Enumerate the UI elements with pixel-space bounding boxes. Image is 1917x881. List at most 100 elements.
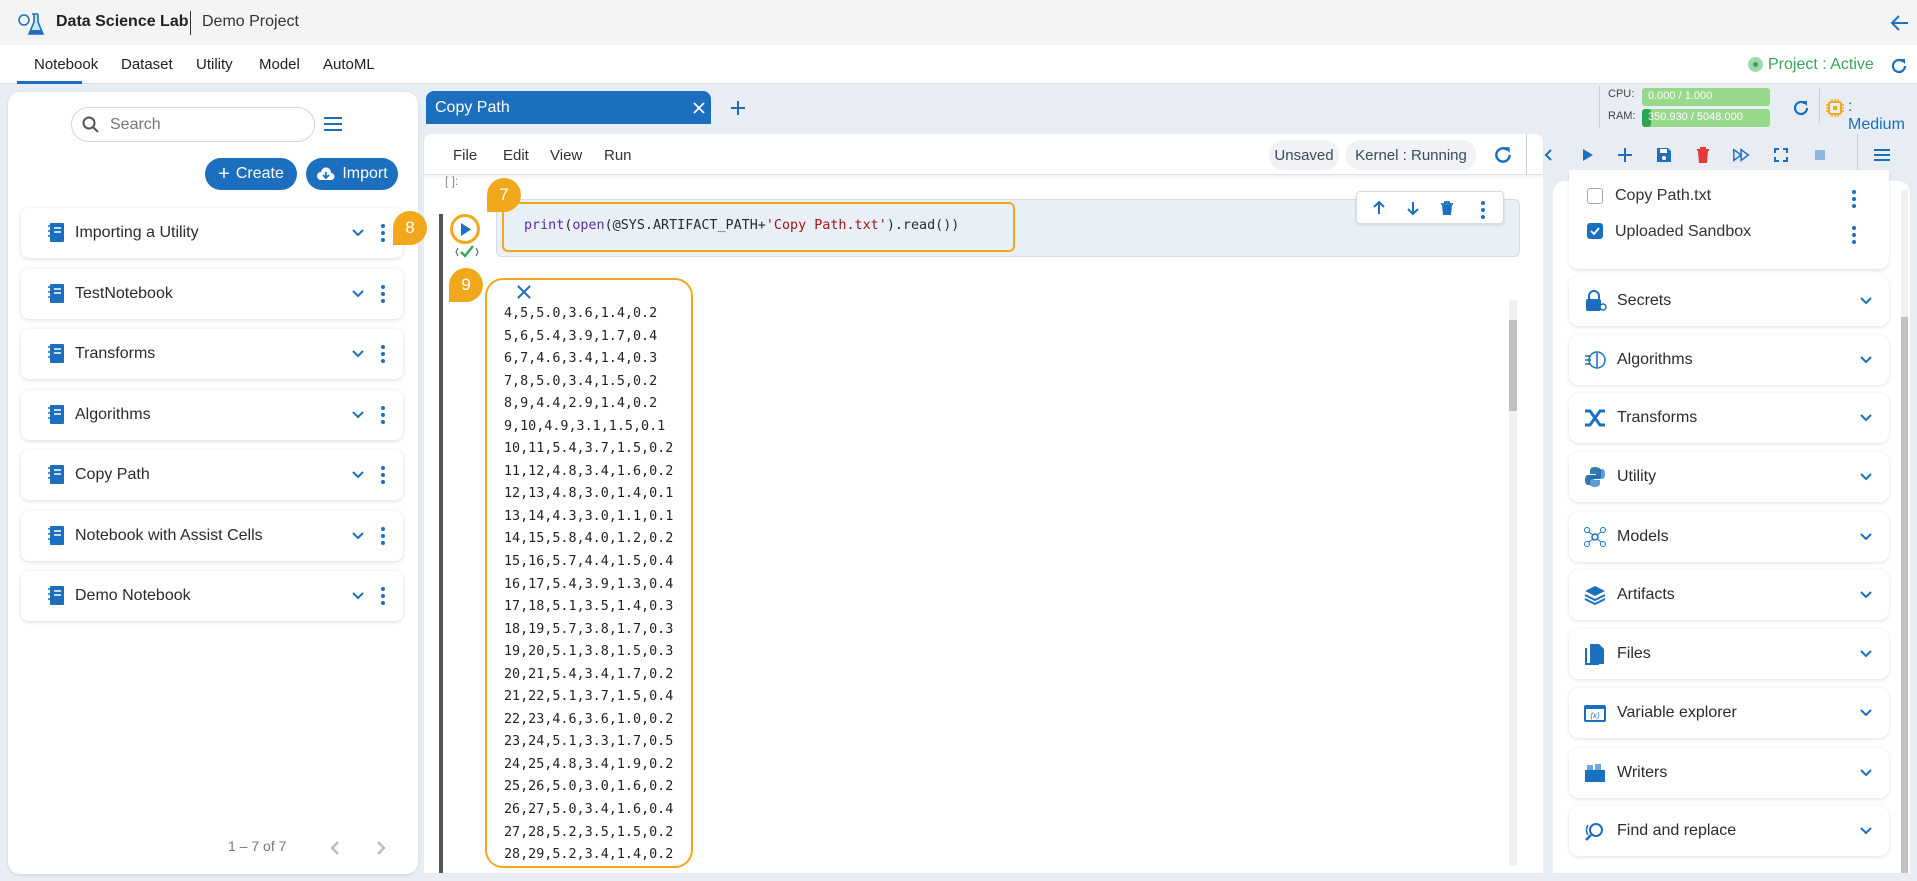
notebook-name: Copy Path	[75, 466, 150, 483]
section-algorithms[interactable]: Algorithms	[1569, 335, 1889, 385]
add-tab-icon[interactable]	[730, 100, 746, 116]
run-all-icon[interactable]	[1732, 145, 1752, 165]
tab-dataset[interactable]: Dataset	[121, 56, 173, 73]
section-utility[interactable]: Utility	[1569, 452, 1889, 502]
section-models[interactable]: Models	[1569, 512, 1889, 562]
add-cell-icon[interactable]	[1615, 145, 1635, 165]
code-editor[interactable]: print(open(@SYS.ARTIFACT_PATH+'Copy Path…	[502, 202, 1015, 252]
notebook-list-item[interactable]: Algorithms	[21, 389, 403, 440]
chevron-down-icon[interactable]	[1859, 647, 1873, 661]
output-line: 17,18,5.1,3.5,1.4,0.3	[504, 599, 674, 615]
section-secrets[interactable]: Secrets	[1569, 276, 1889, 326]
chevron-down-icon[interactable]	[1859, 706, 1873, 720]
section-transforms[interactable]: Transforms	[1569, 393, 1889, 443]
delete-cell-icon[interactable]	[1693, 145, 1713, 165]
chevron-down-icon[interactable]	[1859, 530, 1873, 544]
chevron-down-icon[interactable]	[351, 589, 365, 603]
more-options-icon[interactable]	[381, 284, 385, 303]
notebook-list-item[interactable]: Importing a Utility	[21, 208, 403, 258]
save-icon[interactable]	[1654, 145, 1674, 165]
chevron-left-icon[interactable]	[1539, 145, 1559, 165]
notebook-list-item[interactable]: Copy Path	[21, 450, 403, 500]
chevron-down-icon[interactable]	[351, 287, 365, 301]
hamburger-menu-icon[interactable]	[1872, 145, 1892, 165]
chevron-down-icon[interactable]	[1859, 294, 1873, 308]
chevron-down-icon[interactable]	[1859, 766, 1873, 780]
section-variable-explorer[interactable]: (x) Variable explorer	[1569, 688, 1889, 738]
chevron-down-icon[interactable]	[351, 347, 365, 361]
create-label: Create	[235, 165, 284, 182]
chevron-down-icon[interactable]	[351, 226, 365, 240]
artifact-checkbox[interactable]	[1587, 188, 1603, 204]
more-options-icon[interactable]	[381, 587, 385, 605]
stop-icon[interactable]	[1810, 145, 1830, 165]
next-page-icon[interactable]	[375, 840, 387, 856]
menu-edit[interactable]: Edit	[503, 147, 529, 164]
output-line: 19,20,5.1,3.8,1.5,0.3	[504, 644, 674, 660]
trash-icon[interactable]	[1439, 200, 1455, 216]
more-options-icon[interactable]	[381, 526, 385, 545]
chevron-down-icon[interactable]	[1859, 353, 1873, 367]
tab-notebook[interactable]: Notebook	[34, 56, 98, 73]
more-options-icon[interactable]	[1852, 226, 1856, 244]
output-scrollbar[interactable]	[1509, 300, 1517, 866]
output-line: 20,21,5.4,3.4,1.7,0.2	[504, 666, 674, 682]
chevron-down-icon[interactable]	[351, 468, 365, 482]
tab-copy-path[interactable]: Copy Path	[426, 91, 711, 124]
menu-file[interactable]: File	[453, 147, 477, 164]
chevron-down-icon[interactable]	[1859, 411, 1873, 425]
tab-utility[interactable]: Utility	[196, 56, 233, 73]
notebook-name: Importing a Utility	[75, 224, 199, 241]
run-button[interactable]	[450, 214, 480, 244]
refresh-resources-icon[interactable]	[1792, 99, 1810, 117]
more-options-icon[interactable]	[381, 224, 385, 242]
clear-output-icon[interactable]	[516, 284, 532, 300]
restart-kernel-icon[interactable]	[1493, 145, 1513, 165]
chevron-down-icon[interactable]	[351, 408, 365, 422]
cpu-chip-icon	[1826, 99, 1844, 117]
menu-icon[interactable]	[323, 116, 343, 132]
move-up-icon[interactable]	[1371, 200, 1387, 216]
more-options-icon[interactable]	[1481, 201, 1485, 219]
chevron-down-icon[interactable]	[351, 529, 365, 543]
right-panel-scrollbar[interactable]	[1901, 190, 1908, 873]
more-options-icon[interactable]	[381, 466, 385, 484]
artifact-name: Copy Path.txt	[1615, 187, 1712, 204]
notebook-list-item[interactable]: Demo Notebook	[21, 571, 403, 621]
menu-view[interactable]: View	[550, 147, 582, 164]
section-writers[interactable]: Writers	[1569, 748, 1889, 798]
prev-page-icon[interactable]	[329, 840, 341, 856]
chevron-down-icon[interactable]	[1859, 588, 1873, 602]
active-tab-indicator	[17, 81, 82, 84]
chevron-down-icon[interactable]	[1859, 470, 1873, 484]
notebook-list-item[interactable]: Transforms	[21, 329, 403, 379]
output-line: 13,14,4.3,3.0,1.1,0.1	[504, 508, 674, 524]
fullscreen-icon[interactable]	[1771, 145, 1791, 165]
section-files[interactable]: Files	[1569, 629, 1889, 679]
chevron-down-icon[interactable]	[1859, 824, 1873, 838]
section-find-and-replace[interactable]: Find and replace	[1569, 806, 1889, 856]
compute-size[interactable]: : Medium	[1848, 98, 1910, 134]
section-artifacts[interactable]: Artifacts	[1569, 570, 1889, 620]
more-options-icon[interactable]	[381, 345, 385, 363]
divider	[1857, 134, 1858, 175]
search-input[interactable]: Search	[71, 107, 315, 142]
run-cell-icon[interactable]	[1577, 145, 1597, 165]
more-options-icon[interactable]	[381, 405, 385, 424]
move-down-icon[interactable]	[1405, 200, 1421, 216]
back-arrow-icon[interactable]	[1890, 13, 1910, 33]
plus-icon: +	[218, 162, 230, 185]
refresh-icon[interactable]	[1890, 57, 1908, 75]
create-button[interactable]: + Create	[205, 158, 297, 190]
code-line: print(open(@SYS.ARTIFACT_PATH+'Copy Path…	[524, 218, 960, 233]
import-button[interactable]: Import	[306, 158, 398, 190]
menu-run[interactable]: Run	[604, 147, 632, 164]
more-options-icon[interactable]	[1852, 190, 1856, 208]
app-title: Data Science Lab	[56, 13, 189, 30]
notebook-list-item[interactable]: TestNotebook	[21, 268, 403, 319]
notebook-list-item[interactable]: Notebook with Assist Cells	[21, 510, 403, 561]
artifact-checkbox-checked[interactable]	[1587, 223, 1603, 239]
close-tab-icon[interactable]	[693, 102, 705, 114]
tab-model[interactable]: Model	[259, 56, 300, 73]
tab-automl[interactable]: AutoML	[323, 56, 375, 73]
